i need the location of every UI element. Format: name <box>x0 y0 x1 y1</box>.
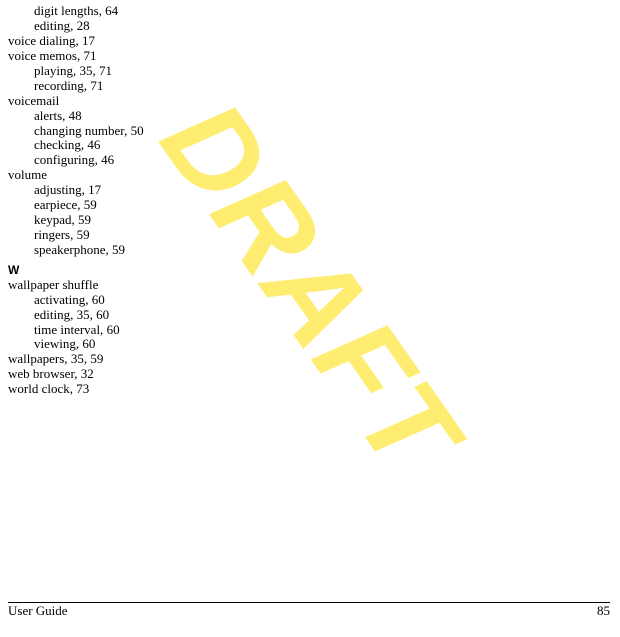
index-subentry: adjusting, 17 <box>34 183 610 198</box>
entry-page: 71 <box>83 48 96 63</box>
index-subentry: playing, 35, 71 <box>34 64 610 79</box>
index-entry: world clock, 73 <box>8 382 610 397</box>
entry-text: changing number, <box>34 123 127 138</box>
entry-page: 48 <box>69 108 82 123</box>
entry-text: viewing, <box>34 336 79 351</box>
entry-text: ringers, <box>34 227 73 242</box>
index-subentry: time interval, 60 <box>34 323 610 338</box>
entry-text: playing, <box>34 63 76 78</box>
entry-text: editing, <box>34 307 73 322</box>
entry-text: wallpaper shuffle <box>8 277 98 292</box>
entry-page: 35, 60 <box>77 307 110 322</box>
entry-text: volume <box>8 167 47 182</box>
entry-page: 35, 59 <box>71 351 104 366</box>
index-subentry: changing number, 50 <box>34 124 610 139</box>
entry-page: 59 <box>77 227 90 242</box>
entry-page: 17 <box>82 33 95 48</box>
index-subentry: editing, 35, 60 <box>34 308 610 323</box>
index-entry: wallpaper shuffle <box>8 278 610 293</box>
entry-text: world clock, <box>8 381 73 396</box>
page: DRAFT digit lengths, 64editing, 28voice … <box>0 0 620 637</box>
entry-page: 59 <box>84 197 97 212</box>
entry-page: 32 <box>81 366 94 381</box>
index-subentry: alerts, 48 <box>34 109 610 124</box>
entry-text: voicemail <box>8 93 59 108</box>
index-subentry: digit lengths, 64 <box>34 4 610 19</box>
entry-page: 46 <box>101 152 114 167</box>
footer-page-number: 85 <box>597 604 610 619</box>
index-subentry: configuring, 46 <box>34 153 610 168</box>
index-entry: wallpapers, 35, 59 <box>8 352 610 367</box>
index-subentry: recording, 71 <box>34 79 610 94</box>
entry-text: editing, <box>34 18 73 33</box>
entry-page: 17 <box>88 182 101 197</box>
index-entry: voice dialing, 17 <box>8 34 610 49</box>
index-entry: volume <box>8 168 610 183</box>
entry-page: 50 <box>131 123 144 138</box>
entry-page: 35, 71 <box>80 63 113 78</box>
index-content: digit lengths, 64editing, 28voice dialin… <box>0 0 620 397</box>
entry-page: 60 <box>82 336 95 351</box>
entry-text: speakerphone, <box>34 242 109 257</box>
entry-page: 64 <box>105 3 118 18</box>
index-entry: voicemail <box>8 94 610 109</box>
section-letter: W <box>8 264 610 278</box>
footer-left: User Guide <box>8 604 68 619</box>
entry-text: W <box>8 263 19 277</box>
index-subentry: speakerphone, 59 <box>34 243 610 258</box>
entry-page: 60 <box>92 292 105 307</box>
entry-text: alerts, <box>34 108 65 123</box>
entry-page: 73 <box>76 381 89 396</box>
index-subentry: editing, 28 <box>34 19 610 34</box>
entry-page: 60 <box>107 322 120 337</box>
entry-text: activating, <box>34 292 89 307</box>
index-subentry: earpiece, 59 <box>34 198 610 213</box>
entry-page: 71 <box>90 78 103 93</box>
entry-text: earpiece, <box>34 197 81 212</box>
index-subentry: checking, 46 <box>34 138 610 153</box>
index-subentry: ringers, 59 <box>34 228 610 243</box>
entry-page: 59 <box>78 212 91 227</box>
entry-text: configuring, <box>34 152 98 167</box>
page-footer: User Guide 85 <box>8 602 610 619</box>
index-subentry: keypad, 59 <box>34 213 610 228</box>
entry-text: voice memos, <box>8 48 80 63</box>
entry-page: 28 <box>77 18 90 33</box>
index-entry: web browser, 32 <box>8 367 610 382</box>
entry-text: wallpapers, <box>8 351 68 366</box>
entry-text: web browser, <box>8 366 78 381</box>
entry-text: recording, <box>34 78 87 93</box>
entry-text: keypad, <box>34 212 75 227</box>
entry-text: digit lengths, <box>34 3 102 18</box>
entry-page: 46 <box>87 137 100 152</box>
entry-text: voice dialing, <box>8 33 79 48</box>
entry-text: time interval, <box>34 322 103 337</box>
index-entry: voice memos, 71 <box>8 49 610 64</box>
entry-text: adjusting, <box>34 182 85 197</box>
entry-page: 59 <box>112 242 125 257</box>
index-subentry: activating, 60 <box>34 293 610 308</box>
entry-text: checking, <box>34 137 84 152</box>
index-subentry: viewing, 60 <box>34 337 610 352</box>
